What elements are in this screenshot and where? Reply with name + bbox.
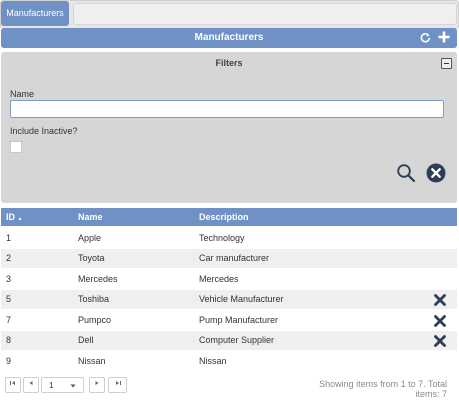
collapse-icon[interactable] <box>441 58 452 69</box>
add-button[interactable] <box>438 28 450 48</box>
clear-circle-icon[interactable] <box>426 163 446 183</box>
cell-description: Pump Manufacturer <box>199 315 279 325</box>
include-inactive-checkbox[interactable] <box>10 141 22 153</box>
filters-title: Filters <box>215 58 243 68</box>
first-page-button[interactable] <box>5 377 21 393</box>
cell-name: Dell <box>78 335 94 345</box>
name-input[interactable] <box>10 100 444 118</box>
prev-page-icon <box>29 381 33 385</box>
cell-description: Technology <box>199 233 245 243</box>
table-row[interactable]: 5 Toshiba Vehicle Manufacturer <box>1 290 457 309</box>
delete-x-icon[interactable] <box>433 314 447 328</box>
cell-id: 1 <box>6 233 12 243</box>
first-page-icon <box>10 381 15 385</box>
cell-id: 5 <box>6 294 12 304</box>
table-row[interactable]: 8 Dell Computer Supplier <box>1 331 457 350</box>
page-title: Manufacturers <box>194 32 264 43</box>
search-icon[interactable] <box>396 163 416 183</box>
filters-panel: Filters Name Include Inactive? <box>1 52 457 203</box>
table-row[interactable]: 7 Pumpco Pump Manufacturer <box>1 311 457 330</box>
tab-manufacturers[interactable]: Manufacturers <box>1 1 69 26</box>
cell-description: Vehicle Manufacturer <box>199 294 284 304</box>
cell-description: Car manufacturer <box>199 253 270 263</box>
page-select-value: 1 <box>49 381 54 390</box>
cell-name: Nissan <box>78 356 106 366</box>
pager-info: Showing items from 1 to 7. Total items: … <box>319 379 447 399</box>
next-page-button[interactable] <box>89 377 105 393</box>
plus-icon <box>438 31 450 43</box>
table-header: ID ▲ Name Description <box>1 208 457 226</box>
column-header-id[interactable]: ID ▲ <box>6 208 22 228</box>
include-inactive-label: Include Inactive? <box>10 126 78 136</box>
refresh-icon[interactable] <box>420 28 431 48</box>
cell-name: Toyota <box>78 253 105 263</box>
cell-id: 7 <box>6 315 12 325</box>
table-row[interactable]: 9 Nissan Nissan <box>1 352 457 371</box>
delete-x-icon[interactable] <box>433 334 447 348</box>
sort-asc-icon: ▲ <box>17 216 23 222</box>
page-select[interactable]: 1 <box>41 377 84 393</box>
cell-description: Mercedes <box>199 274 239 284</box>
last-page-icon <box>115 381 121 385</box>
table-row[interactable]: 3 Mercedes Mercedes <box>1 270 457 289</box>
prev-page-button[interactable] <box>23 377 39 393</box>
cell-name: Mercedes <box>78 274 118 284</box>
next-page-icon <box>95 381 99 385</box>
table-row[interactable]: 1 Apple Technology <box>1 229 457 248</box>
delete-x-icon[interactable] <box>433 293 447 307</box>
cell-id: 8 <box>6 335 12 345</box>
cell-id: 9 <box>6 356 12 366</box>
page-header: Manufacturers <box>1 28 457 48</box>
column-header-description[interactable]: Description <box>199 208 249 226</box>
cell-description: Computer Supplier <box>199 335 275 345</box>
chevron-down-icon <box>70 384 76 388</box>
last-page-button[interactable] <box>108 377 127 393</box>
cell-description: Nissan <box>199 356 227 366</box>
cell-id: 3 <box>6 274 12 284</box>
cell-id: 2 <box>6 253 12 263</box>
cell-name: Pumpco <box>78 315 112 325</box>
table-row[interactable]: 2 Toyota Car manufacturer <box>1 249 457 268</box>
column-header-name[interactable]: Name <box>78 208 103 226</box>
cell-name: Apple <box>78 233 102 243</box>
tab-strip-empty-area <box>73 3 457 25</box>
cell-name: Toshiba <box>78 294 110 304</box>
name-label: Name <box>10 89 35 99</box>
